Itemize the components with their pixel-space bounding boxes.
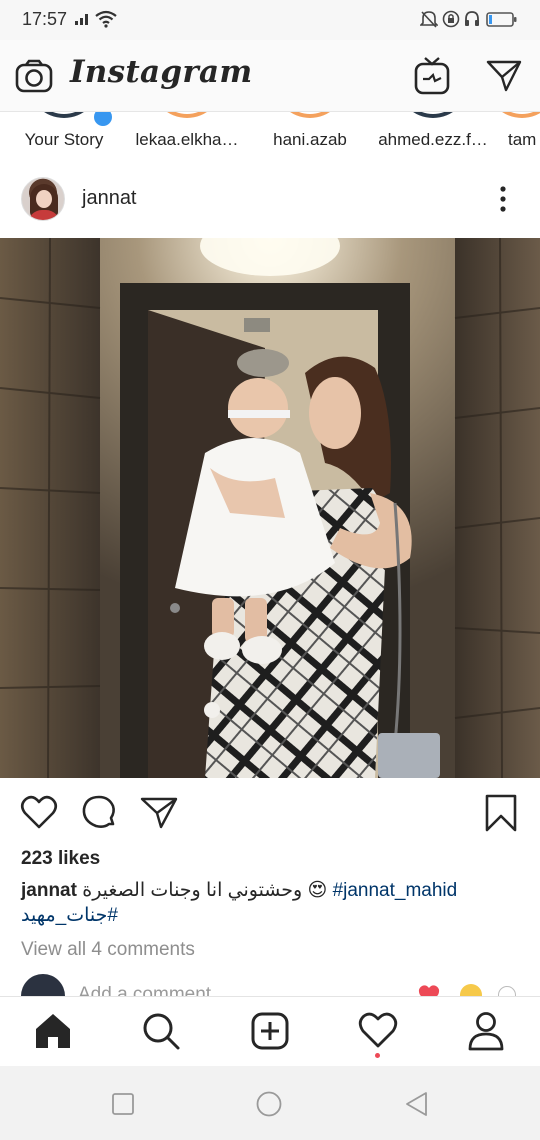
igtv-button[interactable] bbox=[412, 56, 452, 96]
story-label: lekaa.elkha… bbox=[135, 130, 239, 149]
post-photo[interactable] bbox=[0, 238, 540, 778]
signal-icon bbox=[75, 14, 88, 25]
story-ring bbox=[397, 112, 469, 118]
stories-tray: Your Story lekaa.elkha… hani.azab ahmed.… bbox=[0, 112, 540, 162]
story-ring bbox=[151, 112, 223, 118]
status-bar: 17:57 bbox=[0, 0, 540, 40]
story-label: ahmed.ezz.f… bbox=[378, 130, 488, 149]
story-item-lekaa[interactable]: lekaa.elkha… bbox=[127, 112, 247, 162]
app-logo: Instagram bbox=[70, 54, 253, 90]
save-bookmark-icon[interactable] bbox=[482, 794, 520, 832]
story-item-your-story[interactable]: Your Story bbox=[4, 112, 124, 162]
system-navigation-bar bbox=[0, 1066, 540, 1140]
home-circle-icon[interactable] bbox=[256, 1091, 282, 1117]
post-image bbox=[0, 238, 540, 778]
current-user-avatar bbox=[21, 974, 65, 996]
story-label: hani.azab bbox=[273, 130, 347, 149]
bottom-nav bbox=[0, 996, 540, 1066]
activity-notification-dot bbox=[375, 1053, 380, 1058]
caption-hashtag[interactable]: #jannat_mahid bbox=[333, 880, 458, 901]
share-icon[interactable] bbox=[140, 794, 178, 832]
like-heart-icon[interactable] bbox=[20, 794, 58, 832]
story-label: Your Story bbox=[24, 130, 104, 149]
quick-heart-icon[interactable] bbox=[418, 984, 440, 996]
back-icon[interactable] bbox=[404, 1091, 430, 1117]
headphones-icon bbox=[465, 11, 479, 26]
story-ring bbox=[486, 112, 540, 118]
story-item-hani[interactable]: hani.azab bbox=[250, 112, 370, 162]
story-item-ahmed[interactable]: ahmed.ezz.f… bbox=[373, 112, 493, 162]
caption-hashtag-arabic[interactable]: #جنات_مهيد bbox=[21, 904, 118, 927]
post-actions bbox=[0, 778, 540, 844]
profile-icon[interactable] bbox=[466, 1011, 506, 1051]
avatar-face bbox=[36, 190, 52, 208]
story-item-tam[interactable]: tam bbox=[486, 112, 540, 162]
view-all-comments-link[interactable]: View all 4 comments bbox=[21, 939, 195, 961]
caption-text: وحشتوني انا وجنات الصغيرة bbox=[82, 880, 303, 901]
home-icon[interactable] bbox=[33, 1011, 73, 1051]
status-time: 17:57 bbox=[22, 9, 68, 29]
new-post-icon[interactable] bbox=[250, 1011, 290, 1051]
igtv-icon bbox=[414, 57, 450, 95]
camera-button[interactable] bbox=[14, 56, 54, 96]
add-comment-row: Add a comment... bbox=[0, 972, 540, 996]
quick-laugh-emoji-icon[interactable] bbox=[460, 984, 482, 996]
caption-username[interactable]: jannat bbox=[21, 880, 77, 901]
battery-icon bbox=[486, 12, 517, 27]
story-ring bbox=[28, 112, 100, 118]
more-options-icon[interactable] bbox=[488, 184, 518, 214]
quick-add-emoji-icon[interactable] bbox=[498, 986, 516, 996]
direct-message-button[interactable] bbox=[484, 56, 524, 96]
likes-count[interactable]: 223 likes bbox=[21, 848, 100, 870]
post-header: jannat bbox=[0, 162, 540, 238]
camera-icon bbox=[15, 59, 53, 93]
post-username[interactable]: jannat bbox=[82, 187, 137, 210]
activity-icon[interactable] bbox=[358, 1011, 398, 1051]
search-icon[interactable] bbox=[141, 1011, 181, 1051]
alarm-off-icon bbox=[420, 11, 438, 28]
story-label: tam bbox=[508, 130, 537, 149]
wifi-icon bbox=[95, 10, 117, 28]
lock-rotation-icon bbox=[442, 10, 460, 28]
story-ring bbox=[274, 112, 346, 118]
add-comment-input[interactable]: Add a comment... bbox=[78, 984, 227, 996]
add-story-icon bbox=[92, 112, 114, 128]
avatar[interactable] bbox=[21, 177, 65, 221]
app-header: Instagram bbox=[0, 40, 540, 112]
caption-emoji: 😍 bbox=[307, 880, 328, 901]
post-caption: jannat وحشتوني انا وجنات الصغيرة 😍 #jann… bbox=[21, 877, 521, 904]
direct-message-icon bbox=[486, 60, 522, 92]
comment-icon[interactable] bbox=[80, 794, 118, 832]
recent-apps-icon[interactable] bbox=[110, 1091, 136, 1117]
